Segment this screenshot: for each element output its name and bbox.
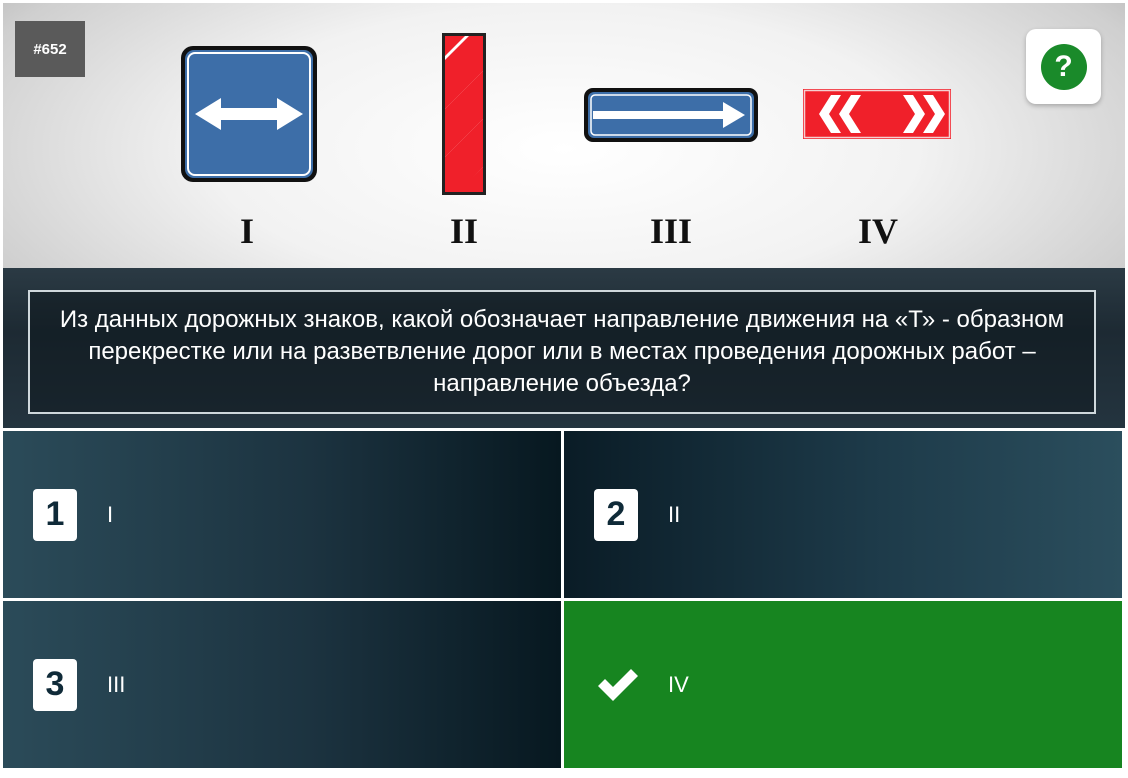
answer-text: II	[668, 501, 681, 527]
answer-text: III	[107, 671, 126, 697]
answer-number-badge: 1	[33, 488, 77, 541]
quiz-card: #652 ? I II III IV Из данных дорожных зн…	[3, 3, 1125, 775]
answer-option-1[interactable]: 1 I	[3, 431, 561, 598]
sign-striped-post	[442, 33, 486, 195]
question-band: Из данных дорожных знаков, какой обознач…	[3, 268, 1125, 428]
answer-option-4-correct[interactable]: IV	[564, 601, 1122, 768]
answer-text: IV	[668, 671, 689, 697]
sign-chevrons-both-ways	[803, 89, 951, 139]
question-box: Из данных дорожных знаков, какой обознач…	[28, 290, 1096, 414]
question-number-badge: #652	[15, 21, 85, 77]
answer-number-badge: 2	[594, 488, 638, 541]
question-mark-icon: ?	[1040, 43, 1087, 90]
answer-number-badge: 3	[33, 658, 77, 711]
answer-option-3[interactable]: 3 III	[3, 601, 561, 768]
signs-image-panel: #652 ? I II III IV	[3, 3, 1125, 268]
question-text: Из данных дорожных знаков, какой обознач…	[59, 306, 1065, 397]
sign-label-1: I	[239, 211, 254, 251]
answer-option-2[interactable]: 2 II	[564, 431, 1122, 598]
checkmark-icon	[598, 668, 638, 701]
answer-text: I	[107, 501, 114, 527]
sign-label-2: II	[449, 211, 479, 251]
sign-direction-arrow-right	[584, 88, 758, 142]
sign-label-4: IV	[857, 211, 898, 251]
sign-two-way-arrow	[181, 46, 317, 182]
sign-label-3: III	[649, 211, 693, 251]
help-button[interactable]: ?	[1026, 29, 1101, 104]
